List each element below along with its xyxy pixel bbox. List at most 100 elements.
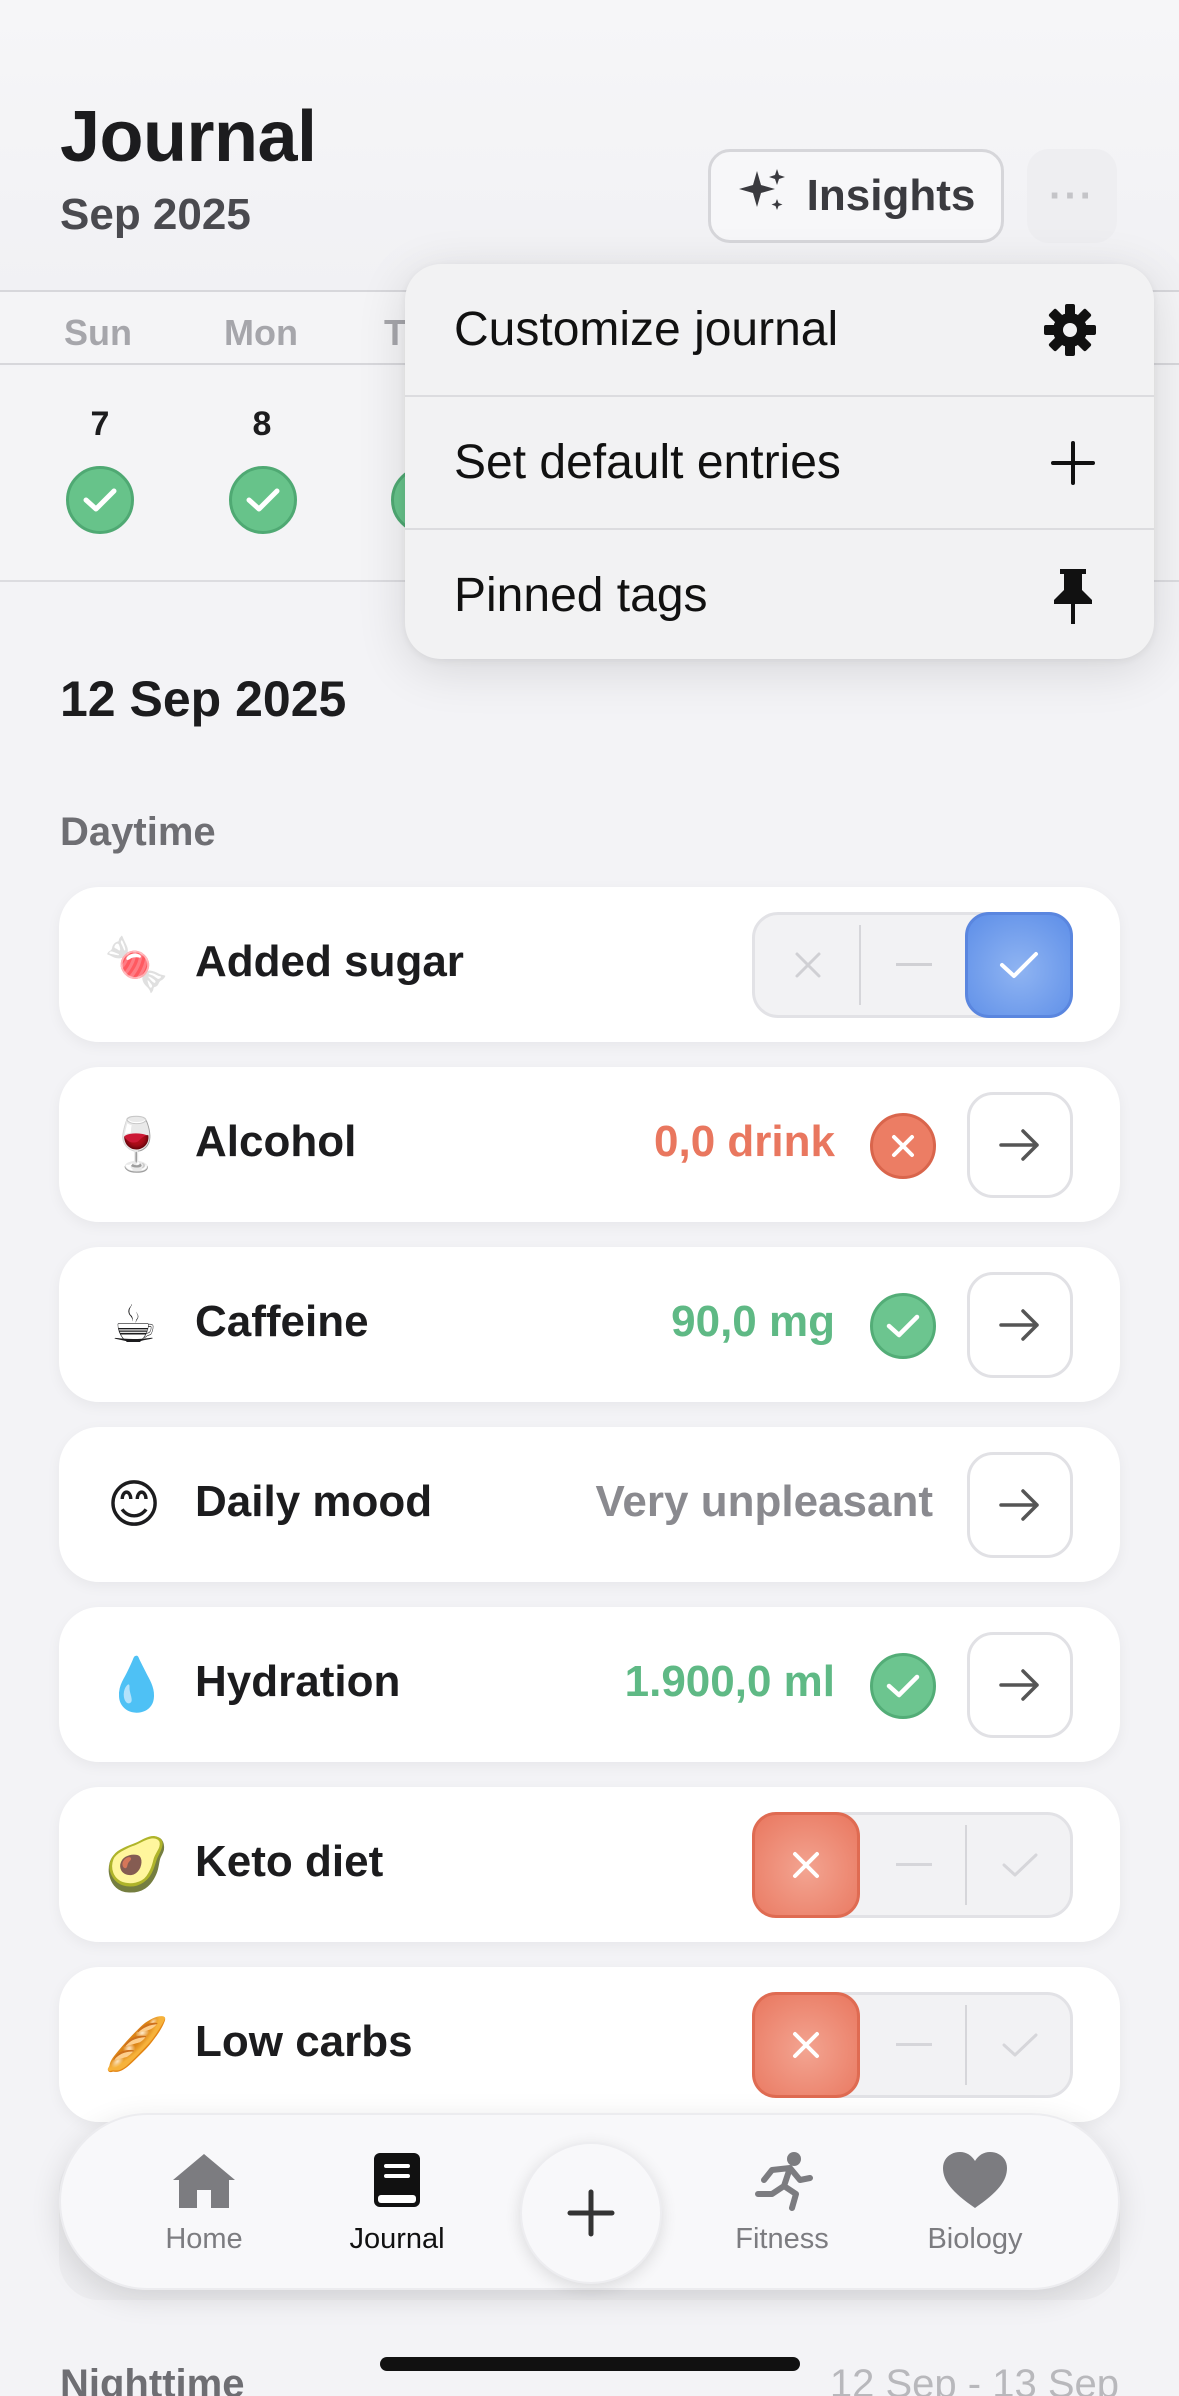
tab-fitness[interactable]: Fitness xyxy=(702,2150,862,2256)
insights-button[interactable]: Insights xyxy=(708,149,1004,243)
arrow-right-icon xyxy=(999,1489,1039,1521)
status-bad-badge xyxy=(870,1113,936,1179)
gear-icon xyxy=(1044,303,1096,356)
arrow-right-icon xyxy=(999,1669,1039,1701)
tab-label: Fitness xyxy=(735,2223,829,2255)
open-entry-button[interactable] xyxy=(967,1272,1073,1378)
tristate-no[interactable] xyxy=(752,1992,860,2098)
tab-journal[interactable]: Journal xyxy=(317,2150,477,2256)
check-icon xyxy=(1002,2033,1038,2057)
arrow-right-icon xyxy=(999,1129,1039,1161)
entry-label: Alcohol xyxy=(195,1117,357,1166)
dash-icon xyxy=(896,1863,932,1866)
check-icon xyxy=(886,1314,920,1338)
entry-label: Daily mood xyxy=(195,1477,433,1526)
more-button[interactable]: ··· xyxy=(1027,149,1117,243)
nighttime-section-label: Nighttime xyxy=(60,2362,245,2396)
pin-icon xyxy=(1054,568,1092,624)
dash-icon xyxy=(896,2043,932,2046)
tristate-yes[interactable] xyxy=(967,1815,1073,1915)
entry-label: Keto diet xyxy=(195,1837,384,1886)
add-entry-button[interactable] xyxy=(520,2142,662,2284)
journal-header: Journal Sep 2025 Insights ··· xyxy=(0,0,1179,290)
tristate-neutral[interactable] xyxy=(861,1815,967,1915)
check-icon xyxy=(886,1674,920,1698)
sparkles-icon xyxy=(737,165,789,228)
entry-keto-diet[interactable]: 🥑 Keto diet xyxy=(59,1787,1120,1942)
weekday-sun: Sun xyxy=(64,312,132,353)
wine-icon: 🍷 xyxy=(104,1116,169,1174)
check-icon xyxy=(246,488,280,512)
dash-icon xyxy=(896,963,932,966)
menu-item-set-default-entries[interactable]: Set default entries xyxy=(405,397,1154,528)
x-icon xyxy=(793,1852,819,1878)
page-title: Journal xyxy=(60,97,317,177)
tristate-no[interactable] xyxy=(752,1812,860,1918)
smile-icon: 😊 xyxy=(106,1476,162,1534)
tab-home[interactable]: Home xyxy=(124,2150,284,2256)
x-icon xyxy=(795,952,821,978)
tristate-yes[interactable] xyxy=(967,1995,1073,2095)
plus-icon xyxy=(567,2189,615,2237)
insights-label: Insights xyxy=(806,171,976,220)
home-indicator xyxy=(380,2357,800,2371)
tab-label: Home xyxy=(165,2223,243,2255)
status-good-badge xyxy=(870,1293,936,1359)
entry-caffeine[interactable]: ☕ Caffeine 90,0 mg xyxy=(59,1247,1120,1402)
entry-label: Hydration xyxy=(195,1657,401,1706)
x-icon xyxy=(793,2032,819,2058)
menu-item-pinned-tags[interactable]: Pinned tags xyxy=(405,530,1154,659)
entry-label: Added sugar xyxy=(195,937,464,986)
menu-item-label: Customize journal xyxy=(454,303,839,356)
check-icon xyxy=(1002,1853,1038,1877)
tristate-toggle[interactable] xyxy=(752,912,1073,1018)
running-icon xyxy=(755,2152,813,2211)
tristate-yes[interactable] xyxy=(965,912,1073,1018)
plus-icon xyxy=(1051,440,1095,485)
day-number[interactable]: 8 xyxy=(222,405,302,444)
entry-daily-mood[interactable]: 😊 Daily mood Very unpleasant xyxy=(59,1427,1120,1582)
tab-bar: Home Journal Fitness Biology xyxy=(59,2113,1120,2290)
entry-value: 1.900,0 ml xyxy=(624,1657,835,1706)
menu-item-label: Set default entries xyxy=(454,436,841,489)
tristate-neutral[interactable] xyxy=(861,1995,967,2095)
options-menu: Customize journal Set default entries Pi… xyxy=(405,264,1154,659)
journal-icon xyxy=(374,2153,420,2207)
entry-label: Low carbs xyxy=(195,2017,413,2066)
entry-value: Very unpleasant xyxy=(595,1477,933,1526)
open-entry-button[interactable] xyxy=(967,1452,1073,1558)
entry-alcohol[interactable]: 🍷 Alcohol 0,0 drink xyxy=(59,1067,1120,1222)
home-icon xyxy=(173,2154,235,2208)
bread-icon: 🥖 xyxy=(104,2016,169,2074)
entry-label: Caffeine xyxy=(195,1297,369,1346)
day-complete-check[interactable] xyxy=(66,466,134,534)
tristate-neutral[interactable] xyxy=(861,915,967,1015)
check-icon xyxy=(83,488,117,512)
droplet-icon: 💧 xyxy=(104,1656,169,1714)
x-icon xyxy=(892,1135,914,1157)
tab-label: Journal xyxy=(349,2223,445,2255)
tristate-toggle[interactable] xyxy=(752,1992,1073,2098)
tristate-toggle[interactable] xyxy=(752,1812,1073,1918)
nighttime-range: 12 Sep - 13 Sep xyxy=(829,2362,1119,2396)
tab-biology[interactable]: Biology xyxy=(895,2150,1055,2256)
weekday-mon: Mon xyxy=(224,312,298,353)
menu-item-label: Pinned tags xyxy=(454,569,708,622)
day-number[interactable]: 7 xyxy=(60,405,140,444)
entry-added-sugar[interactable]: 🍬 Added sugar xyxy=(59,887,1120,1042)
month-subtitle[interactable]: Sep 2025 xyxy=(60,190,251,240)
date-heading: 12 Sep 2025 xyxy=(60,671,347,727)
candy-icon: 🍬 xyxy=(104,936,169,994)
entry-value: 90,0 mg xyxy=(671,1297,835,1346)
day-complete-check[interactable] xyxy=(229,466,297,534)
avocado-icon: 🥑 xyxy=(104,1836,169,1894)
open-entry-button[interactable] xyxy=(967,1092,1073,1198)
entry-hydration[interactable]: 💧 Hydration 1.900,0 ml xyxy=(59,1607,1120,1762)
check-icon xyxy=(1000,952,1038,978)
entry-low-carbs[interactable]: 🥖 Low carbs xyxy=(59,1967,1120,2122)
open-entry-button[interactable] xyxy=(967,1632,1073,1738)
tab-label: Biology xyxy=(927,2223,1023,2255)
entry-value: 0,0 drink xyxy=(654,1117,835,1166)
tristate-no[interactable] xyxy=(755,915,861,1015)
menu-item-customize-journal[interactable]: Customize journal xyxy=(405,264,1154,395)
